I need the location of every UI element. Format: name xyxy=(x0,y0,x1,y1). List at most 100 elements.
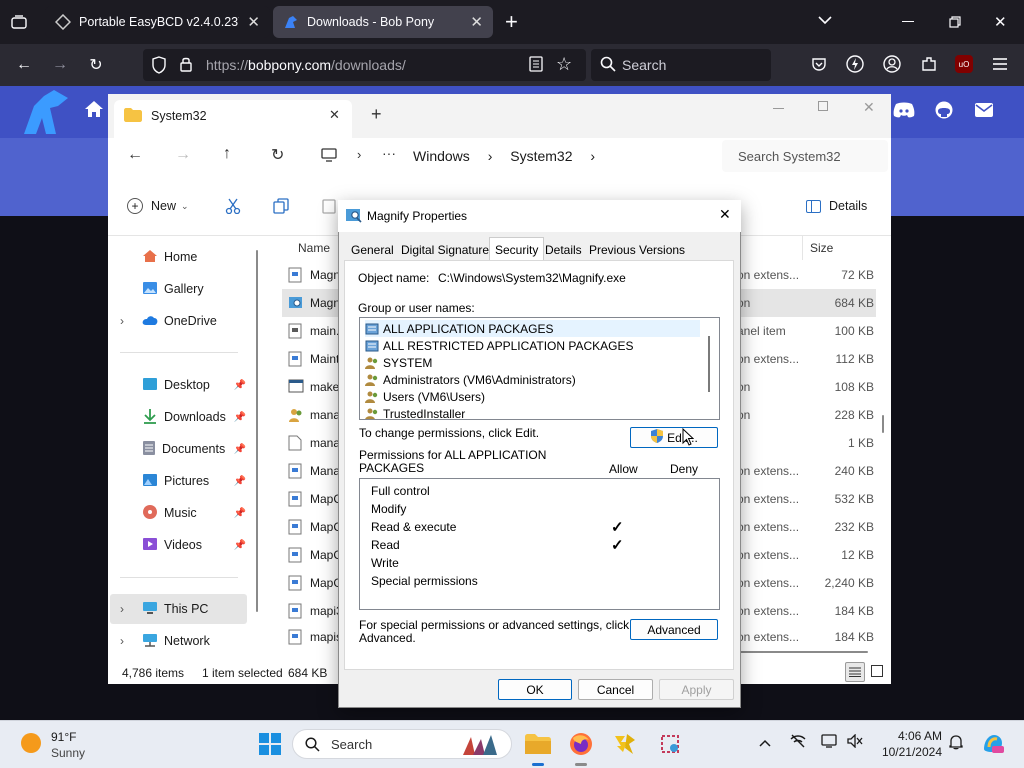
chevron-right-icon[interactable]: › xyxy=(120,314,124,328)
pin-icon[interactable]: 📌 xyxy=(234,444,246,455)
apply-button[interactable]: Apply xyxy=(659,679,734,700)
sidebar-item-pictures[interactable]: Pictures 📌 xyxy=(112,467,258,495)
column-header-name[interactable]: Name xyxy=(298,241,330,255)
restore-icon[interactable] xyxy=(949,16,961,31)
url-text[interactable]: https://bobpony.com/downloads/ xyxy=(206,57,406,73)
list-item[interactable]: Users (VM6\Users) xyxy=(365,388,485,405)
minimize-icon[interactable] xyxy=(902,21,914,22)
notification-bell-icon[interactable] xyxy=(949,734,963,753)
menu-icon[interactable] xyxy=(992,57,1008,74)
ok-button[interactable]: OK xyxy=(498,679,572,700)
close-tab-icon[interactable]: ✕ xyxy=(329,107,340,123)
new-tab-button[interactable]: + xyxy=(505,9,518,35)
ublock-icon[interactable]: uO xyxy=(955,55,973,73)
sidebar-item-onedrive[interactable]: › OneDrive xyxy=(112,307,258,335)
performance-icon[interactable] xyxy=(846,55,864,76)
pin-icon[interactable]: 📌 xyxy=(234,412,246,423)
display-icon[interactable] xyxy=(821,734,837,751)
chevron-right-icon[interactable]: › xyxy=(120,634,124,648)
sidebar-item-documents[interactable]: Documents 📌 xyxy=(112,435,258,463)
lock-icon[interactable] xyxy=(179,56,193,75)
more-locations-icon[interactable]: ··· xyxy=(382,145,396,161)
sidebar-item-videos[interactable]: Videos 📌 xyxy=(112,531,258,559)
file-explorer-app-icon[interactable] xyxy=(522,728,554,766)
site-logo[interactable] xyxy=(20,88,72,139)
chevron-right-icon[interactable]: › xyxy=(120,602,124,616)
firefox-app-icon[interactable] xyxy=(565,728,597,766)
account-icon[interactable] xyxy=(883,55,901,76)
maximize-icon[interactable] xyxy=(818,101,828,111)
list-item[interactable]: Administrators (VM6\Administrators) xyxy=(365,371,576,388)
reader-view-icon[interactable] xyxy=(529,56,543,75)
browser-tab-downloads[interactable]: Downloads - Bob Pony ✕ xyxy=(273,6,493,38)
advanced-button[interactable]: Advanced xyxy=(630,619,718,640)
reload-icon[interactable]: ↻ xyxy=(84,53,108,77)
sidebar-item-network[interactable]: › Network xyxy=(112,627,258,655)
mail-icon[interactable] xyxy=(975,103,993,120)
sidebar-item-gallery[interactable]: Gallery xyxy=(112,275,258,303)
list-item[interactable]: ALL RESTRICTED APPLICATION PACKAGES xyxy=(365,337,634,354)
edit-button[interactable]: Edit... xyxy=(630,427,718,448)
back-icon[interactable]: ← xyxy=(12,53,36,77)
taskbar-search-box[interactable]: Search xyxy=(292,729,512,759)
network-disconnected-icon[interactable] xyxy=(790,734,806,751)
up-icon[interactable]: ↑ xyxy=(223,145,231,163)
list-item[interactable]: TrustedInstaller xyxy=(365,405,465,419)
group-list-scrollbar[interactable] xyxy=(708,336,710,392)
close-tab-icon[interactable]: ✕ xyxy=(470,13,483,31)
breadcrumb-item[interactable]: Windows xyxy=(413,148,470,164)
show-hidden-icons[interactable] xyxy=(759,734,771,750)
sidebar-item-desktop[interactable]: Desktop 📌 xyxy=(112,371,258,399)
list-item-selected[interactable]: ALL APPLICATION PACKAGES xyxy=(365,320,700,337)
bookmark-star-icon[interactable]: ☆ xyxy=(556,54,572,75)
sidebar-item-home[interactable]: Home xyxy=(112,243,258,271)
sidebar-item-music[interactable]: Music 📌 xyxy=(112,499,258,527)
group-user-list[interactable]: ALL APPLICATION PACKAGES ALL RESTRICTED … xyxy=(359,317,720,420)
file-list-scrollbar[interactable] xyxy=(882,415,884,433)
new-tab-button[interactable]: + xyxy=(371,104,382,125)
volume-muted-icon[interactable] xyxy=(847,733,863,751)
sidebar-scrollbar[interactable] xyxy=(256,250,258,612)
back-icon[interactable]: ← xyxy=(127,146,143,164)
tab-general[interactable]: General xyxy=(346,240,399,260)
sidebar-item-this-pc[interactable]: › This PC xyxy=(110,594,247,624)
tab-details[interactable]: Details xyxy=(540,240,587,260)
paste-icon[interactable] xyxy=(321,198,337,217)
tab-security[interactable]: Security xyxy=(489,237,545,261)
pin-icon[interactable]: 📌 xyxy=(234,380,246,391)
close-window-icon[interactable]: ✕ xyxy=(863,99,875,116)
github-icon[interactable] xyxy=(935,101,953,122)
weather-widget[interactable]: 91°F Sunny xyxy=(18,728,108,762)
browser-tab-easybcd[interactable]: Portable EasyBCD v2.4.0.237 Co ✕ xyxy=(45,6,270,38)
tiles-view-icon[interactable] xyxy=(871,665,883,677)
list-all-tabs-icon[interactable] xyxy=(818,14,832,28)
details-view-icon[interactable] xyxy=(845,662,865,682)
pin-icon[interactable]: 📌 xyxy=(234,540,246,551)
cut-icon[interactable] xyxy=(225,198,241,217)
extensions-icon[interactable] xyxy=(920,55,938,76)
pin-icon[interactable]: 📌 xyxy=(234,508,246,519)
list-item[interactable]: SYSTEM xyxy=(365,354,432,371)
shield-icon[interactable] xyxy=(151,56,167,77)
search-bar[interactable] xyxy=(591,49,771,81)
close-window-icon[interactable]: ✕ xyxy=(994,13,1007,31)
horizontal-scrollbar[interactable] xyxy=(740,651,868,653)
refresh-icon[interactable]: ↻ xyxy=(271,145,284,165)
home-icon[interactable] xyxy=(84,100,104,121)
sidebar-item-downloads[interactable]: Downloads 📌 xyxy=(112,403,258,431)
forward-icon[interactable]: → xyxy=(48,53,72,77)
tab-overview-icon[interactable] xyxy=(8,12,30,32)
new-button[interactable]: + New ⌄ xyxy=(127,198,189,214)
breadcrumb-item[interactable]: System32 xyxy=(510,148,572,164)
forward-icon[interactable]: → xyxy=(175,146,191,164)
pin-icon[interactable]: 📌 xyxy=(234,476,246,487)
tab-previous-versions[interactable]: Previous Versions xyxy=(584,240,690,260)
easybcd-app-icon[interactable] xyxy=(609,728,641,760)
discord-icon[interactable] xyxy=(893,102,915,121)
cancel-button[interactable]: Cancel xyxy=(578,679,653,700)
dialog-close-icon[interactable]: ✕ xyxy=(719,206,731,223)
column-header-size[interactable]: Size xyxy=(810,241,833,255)
pocket-icon[interactable] xyxy=(811,56,827,75)
tab-digital-signatures[interactable]: Digital Signatures xyxy=(396,240,500,260)
clock[interactable]: 4:06 AM 10/21/2024 xyxy=(876,728,942,760)
